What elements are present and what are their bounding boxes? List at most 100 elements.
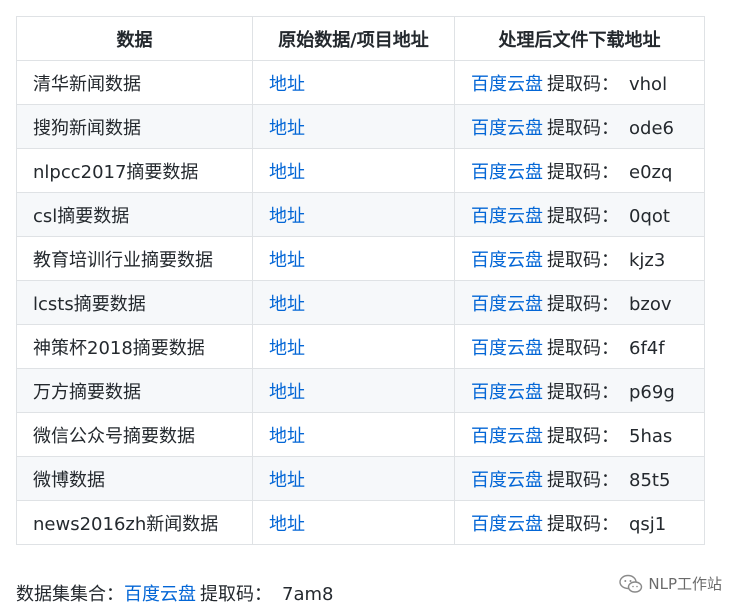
dataset-name: 教育培训行业摘要数据 <box>16 236 253 281</box>
wechat-icon <box>619 574 643 593</box>
extraction-code: 6f4f <box>629 337 665 359</box>
dataset-name: 微博数据 <box>16 456 253 501</box>
dataset-name: news2016zh新闻数据 <box>16 500 253 545</box>
download-cell: 百度云盘 提取码： 6f4f <box>454 324 705 369</box>
watermark: NLP工作站 <box>619 573 722 594</box>
baidu-pan-link[interactable]: 百度云盘 <box>471 162 543 183</box>
extraction-code: qsj1 <box>629 513 667 535</box>
collection-label: 数据集集合： <box>16 584 124 605</box>
table-row: lcsts摘要数据 地址 百度云盘 提取码： bzov <box>16 280 705 325</box>
table-row: 微信公众号摘要数据 地址 百度云盘 提取码： 5has <box>16 412 705 457</box>
dataset-name-text: nlpcc2017摘要数据 <box>33 161 199 183</box>
source-address-link[interactable]: 地址 <box>269 294 305 315</box>
baidu-pan-link[interactable]: 百度云盘 <box>471 250 543 271</box>
dataset-name-text: news2016zh新闻数据 <box>33 513 219 535</box>
download-cell: 百度云盘 提取码： 5has <box>454 412 705 457</box>
extraction-code-label: 提取码： <box>547 205 619 227</box>
dataset-name-text: 清华新闻数据 <box>33 73 141 95</box>
baidu-pan-link[interactable]: 百度云盘 <box>471 470 543 491</box>
baidu-pan-link[interactable]: 百度云盘 <box>471 206 543 227</box>
dataset-name-text: csl摘要数据 <box>33 205 130 227</box>
extraction-code-label: 提取码： <box>547 293 619 315</box>
extraction-code: bzov <box>629 293 672 315</box>
source-address-link[interactable]: 地址 <box>269 206 305 227</box>
source-address-link[interactable]: 地址 <box>269 162 305 183</box>
dataset-name-text: 微博数据 <box>33 469 105 491</box>
extraction-code: ode6 <box>629 117 674 139</box>
source-cell: 地址 <box>252 280 455 325</box>
extraction-code: p69g <box>629 381 675 403</box>
dataset-name: 微信公众号摘要数据 <box>16 412 253 457</box>
download-cell: 百度云盘 提取码： p69g <box>454 368 705 413</box>
table-row: 搜狗新闻数据 地址 百度云盘 提取码： ode6 <box>16 104 705 149</box>
table-row: 微博数据 地址 百度云盘 提取码： 85t5 <box>16 456 705 501</box>
extraction-code-label: 提取码： <box>547 425 619 447</box>
dataset-name: 神策杯2018摘要数据 <box>16 324 253 369</box>
source-cell: 地址 <box>252 104 455 149</box>
source-cell: 地址 <box>252 456 455 501</box>
source-address-link[interactable]: 地址 <box>269 118 305 139</box>
source-cell: 地址 <box>252 500 455 545</box>
download-cell: 百度云盘 提取码： bzov <box>454 280 705 325</box>
source-address-link[interactable]: 地址 <box>269 250 305 271</box>
download-cell: 百度云盘 提取码： 0qot <box>454 192 705 237</box>
table-row: csl摘要数据 地址 百度云盘 提取码： 0qot <box>16 192 705 237</box>
extraction-code: 85t5 <box>629 469 671 491</box>
table-row: 清华新闻数据 地址 百度云盘 提取码： vhol <box>16 60 705 105</box>
extraction-code: vhol <box>629 73 668 95</box>
dataset-name: nlpcc2017摘要数据 <box>16 148 253 193</box>
source-address-link[interactable]: 地址 <box>269 382 305 403</box>
table-row: 教育培训行业摘要数据 地址 百度云盘 提取码： kjz3 <box>16 236 705 281</box>
source-cell: 地址 <box>252 192 455 237</box>
header-source-address: 原始数据/项目地址 <box>252 16 455 61</box>
baidu-pan-link[interactable]: 百度云盘 <box>471 426 543 447</box>
extraction-code-label: 提取码： <box>547 381 619 403</box>
extraction-code-label: 提取码： <box>547 469 619 491</box>
collection-code-label: 提取码： <box>200 584 272 605</box>
dataset-name: csl摘要数据 <box>16 192 253 237</box>
source-cell: 地址 <box>252 324 455 369</box>
extraction-code: e0zq <box>629 161 673 183</box>
dataset-name-text: 万方摘要数据 <box>33 381 141 403</box>
source-address-link[interactable]: 地址 <box>269 74 305 95</box>
dataset-name-text: 神策杯2018摘要数据 <box>33 337 205 359</box>
table-row: news2016zh新闻数据 地址 百度云盘 提取码： qsj1 <box>16 500 705 545</box>
table-row: 万方摘要数据 地址 百度云盘 提取码： p69g <box>16 368 705 413</box>
dataset-collection-line: 数据集集合：百度云盘 提取码： 7am8 <box>16 580 333 606</box>
source-cell: 地址 <box>252 368 455 413</box>
source-cell: 地址 <box>252 412 455 457</box>
source-cell: 地址 <box>252 148 455 193</box>
source-address-link[interactable]: 地址 <box>269 426 305 447</box>
dataset-name: 搜狗新闻数据 <box>16 104 253 149</box>
baidu-pan-link[interactable]: 百度云盘 <box>471 338 543 359</box>
extraction-code-label: 提取码： <box>547 337 619 359</box>
source-address-link[interactable]: 地址 <box>269 338 305 359</box>
download-cell: 百度云盘 提取码： e0zq <box>454 148 705 193</box>
collection-baidu-pan-link[interactable]: 百度云盘 <box>124 584 196 605</box>
extraction-code-label: 提取码： <box>547 117 619 139</box>
baidu-pan-link[interactable]: 百度云盘 <box>471 294 543 315</box>
source-cell: 地址 <box>252 60 455 105</box>
table-row: nlpcc2017摘要数据 地址 百度云盘 提取码： e0zq <box>16 148 705 193</box>
extraction-code-label: 提取码： <box>547 161 619 183</box>
download-cell: 百度云盘 提取码： 85t5 <box>454 456 705 501</box>
header-download-address: 处理后文件下载地址 <box>454 16 705 61</box>
table-body: 清华新闻数据 地址 百度云盘 提取码： vhol 搜狗新闻数据 地址 百度云盘 提取码： ode6… <box>16 60 705 545</box>
extraction-code: 0qot <box>629 205 670 227</box>
baidu-pan-link[interactable]: 百度云盘 <box>471 118 543 139</box>
extraction-code-label: 提取码： <box>547 249 619 271</box>
extraction-code: 5has <box>629 425 673 447</box>
baidu-pan-link[interactable]: 百度云盘 <box>471 74 543 95</box>
dataset-name: 万方摘要数据 <box>16 368 253 413</box>
baidu-pan-link[interactable]: 百度云盘 <box>471 514 543 535</box>
collection-code: 7am8 <box>282 584 334 605</box>
table-header-row: 数据 原始数据/项目地址 处理后文件下载地址 <box>16 16 705 61</box>
baidu-pan-link[interactable]: 百度云盘 <box>471 382 543 403</box>
source-address-link[interactable]: 地址 <box>269 514 305 535</box>
source-address-link[interactable]: 地址 <box>269 470 305 491</box>
download-cell: 百度云盘 提取码： qsj1 <box>454 500 705 545</box>
dataset-name-text: 搜狗新闻数据 <box>33 117 141 139</box>
header-dataset: 数据 <box>16 16 253 61</box>
extraction-code-label: 提取码： <box>547 73 619 95</box>
extraction-code: kjz3 <box>629 249 666 271</box>
